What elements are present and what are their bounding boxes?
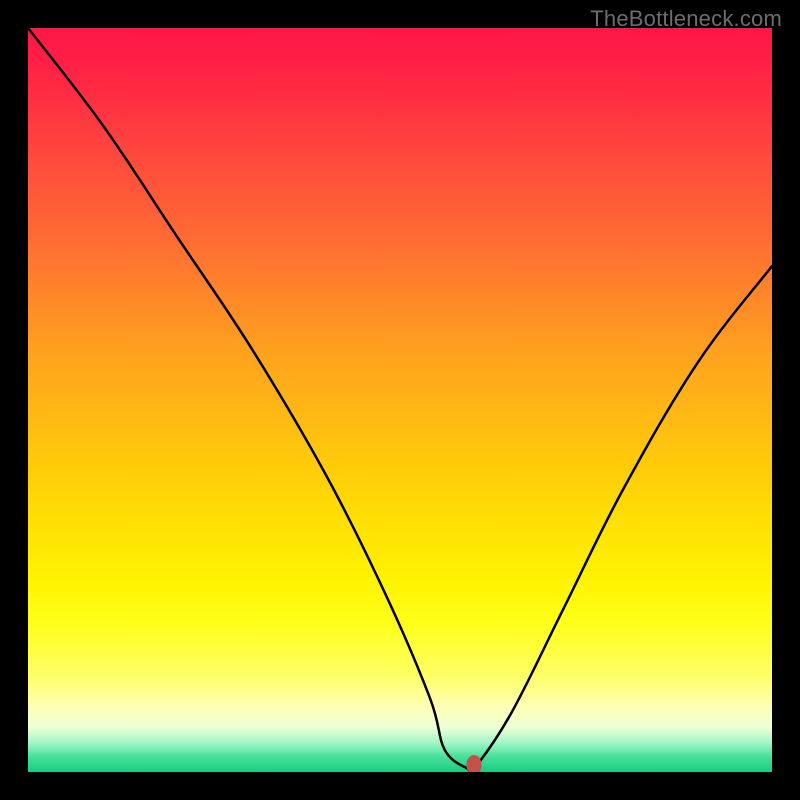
chart-frame: TheBottleneck.com — [0, 0, 800, 800]
curve-path — [28, 28, 772, 772]
marker-dot — [467, 755, 482, 772]
plot-area — [28, 28, 772, 772]
watermark-text: TheBottleneck.com — [590, 6, 782, 32]
curve-svg — [28, 28, 772, 772]
